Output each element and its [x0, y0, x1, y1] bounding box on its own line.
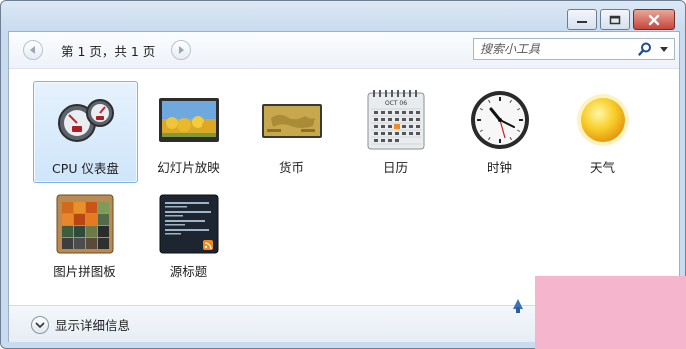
calendar-icon: OCT 06	[365, 89, 427, 151]
gadget-calendar[interactable]: OCT 06 日历	[344, 81, 447, 181]
gadget-picture-puzzle[interactable]: 图片拼图板	[33, 185, 136, 285]
close-button[interactable]	[633, 9, 675, 30]
gadget-label: 天气	[589, 160, 615, 175]
maximize-button[interactable]	[600, 9, 630, 30]
partial-link-icon	[513, 299, 523, 313]
calendar-month-text: OCT 06	[385, 100, 407, 107]
gadget-slideshow[interactable]: 幻灯片放映	[137, 81, 240, 181]
search-box	[473, 38, 675, 60]
feed-headlines-icon	[158, 193, 220, 255]
gadget-label: CPU 仪表盘	[52, 161, 119, 176]
pink-overlay	[535, 276, 686, 349]
gadget-weather[interactable]: 天气	[551, 81, 654, 181]
minimize-button[interactable]	[567, 9, 597, 30]
search-icon[interactable]	[638, 42, 652, 56]
gadget-label: 源标题	[169, 264, 208, 279]
gadget-feed-headlines[interactable]: 源标题	[137, 185, 240, 285]
gadget-label: 幻灯片放映	[157, 160, 220, 175]
arrow-left-icon	[30, 46, 35, 54]
show-details-label: 显示详细信息	[55, 318, 131, 333]
weather-sun-icon	[572, 89, 634, 151]
cpu-meter-icon	[55, 90, 117, 152]
currency-icon	[261, 89, 323, 151]
slideshow-icon	[158, 89, 220, 151]
arrow-right-icon	[179, 46, 184, 54]
search-input[interactable]	[474, 39, 630, 59]
gadget-cpu-meter[interactable]: CPU 仪表盘	[33, 81, 138, 183]
minimize-icon	[577, 20, 587, 23]
clock-icon	[469, 89, 531, 151]
next-page-button[interactable]	[171, 40, 191, 60]
window-controls	[567, 9, 675, 30]
page-nav-bar: 第 1 页，共 1 页	[9, 32, 679, 69]
gadget-label: 货币	[278, 160, 304, 175]
gadget-label: 日历	[382, 160, 408, 175]
gadget-currency[interactable]: 货币	[240, 81, 343, 181]
search-dropdown-button[interactable]	[656, 42, 672, 56]
chevron-down-circle-icon	[31, 315, 49, 334]
page-indicator: 第 1 页，共 1 页	[61, 44, 156, 59]
show-details-toggle[interactable]: 显示详细信息	[31, 315, 130, 334]
gadget-label: 图片拼图板	[53, 264, 116, 279]
close-icon	[648, 14, 660, 25]
maximize-icon	[609, 15, 621, 24]
chevron-down-icon	[660, 46, 668, 52]
gadget-clock[interactable]: 时钟	[448, 81, 551, 181]
prev-page-button[interactable]	[23, 40, 43, 60]
gadget-label: 时钟	[486, 160, 512, 175]
picture-puzzle-icon	[54, 193, 116, 255]
